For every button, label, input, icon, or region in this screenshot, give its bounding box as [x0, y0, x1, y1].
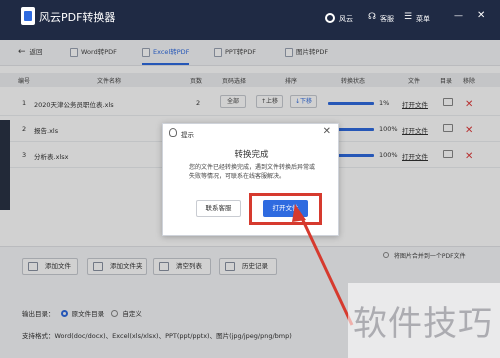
- watermark-text: 软件技巧: [353, 304, 493, 344]
